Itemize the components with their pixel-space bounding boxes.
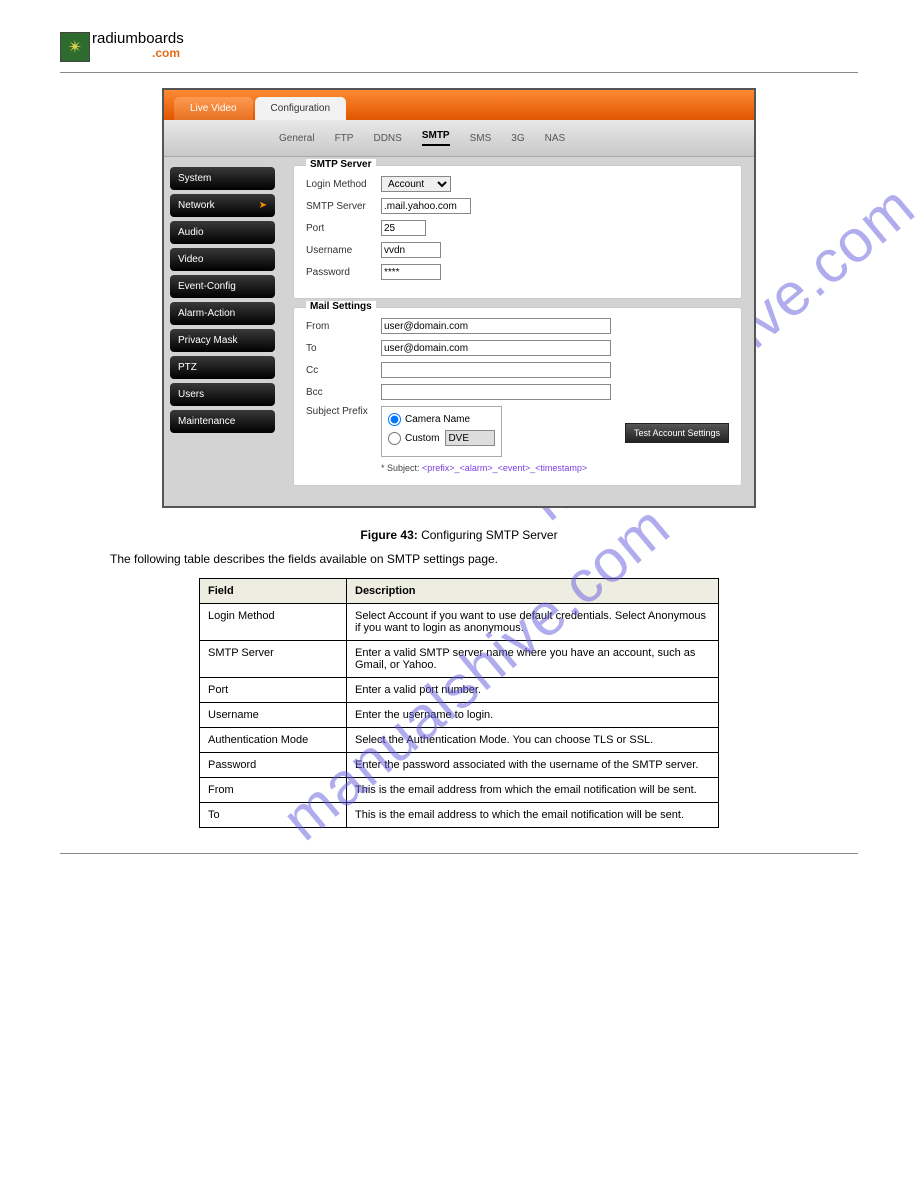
opt-custom: Custom: [405, 433, 439, 444]
username-input[interactable]: [381, 242, 441, 258]
port-input[interactable]: [381, 220, 426, 236]
to-input[interactable]: [381, 340, 611, 356]
table-row: PortEnter a valid port number.: [200, 678, 719, 703]
sidebar-item-privacy-mask[interactable]: Privacy Mask: [170, 329, 275, 352]
note-prefix: * Subject:: [381, 463, 422, 473]
to-label: To: [306, 343, 381, 354]
brand: radiumboards .com: [92, 30, 184, 64]
subtab-ddns[interactable]: DDNS: [373, 133, 401, 144]
from-label: From: [306, 321, 381, 332]
test-account-button[interactable]: Test Account Settings: [625, 423, 729, 443]
divider-bottom: [60, 853, 858, 854]
subtab-ftp[interactable]: FTP: [335, 133, 354, 144]
subtab-3g[interactable]: 3G: [511, 133, 524, 144]
subject-prefix-label: Subject Prefix: [306, 406, 381, 417]
table-row: SMTP ServerEnter a valid SMTP server nam…: [200, 641, 719, 678]
port-label: Port: [306, 223, 381, 234]
smtp-server-input[interactable]: [381, 198, 471, 214]
mail-panel-title: Mail Settings: [306, 301, 376, 312]
sidebar-item-video[interactable]: Video: [170, 248, 275, 271]
table-row: Login MethodSelect Account if you want t…: [200, 604, 719, 641]
table-row: ToThis is the email address to which the…: [200, 803, 719, 828]
bcc-input[interactable]: [381, 384, 611, 400]
sidebar-item-maintenance[interactable]: Maintenance: [170, 410, 275, 433]
radio-camera-name[interactable]: [388, 413, 401, 426]
sidebar-item-network[interactable]: Network: [170, 194, 275, 217]
screenshot-frame: Live Video Configuration General FTP DDN…: [162, 88, 756, 508]
subtab-nas[interactable]: NAS: [545, 133, 566, 144]
intro-text: The following table describes the fields…: [110, 552, 858, 566]
fields-table: FieldDescription Login MethodSelect Acco…: [199, 578, 719, 828]
opt-camera-name: Camera Name: [405, 414, 470, 425]
bcc-label: Bcc: [306, 387, 381, 398]
from-input[interactable]: [381, 318, 611, 334]
tab-live-video[interactable]: Live Video: [174, 97, 253, 120]
tab-configuration[interactable]: Configuration: [255, 97, 346, 120]
sidebar-item-alarm-action[interactable]: Alarm-Action: [170, 302, 275, 325]
login-method-label: Login Method: [306, 179, 381, 190]
sidebar-item-system[interactable]: System: [170, 167, 275, 190]
table-row: UsernameEnter the username to login.: [200, 703, 719, 728]
subtab-sms[interactable]: SMS: [470, 133, 492, 144]
subtab-general[interactable]: General: [279, 133, 315, 144]
logo-icon: ✴: [60, 32, 90, 62]
cc-input[interactable]: [381, 362, 611, 378]
th-field: Field: [200, 579, 347, 604]
table-row: FromThis is the email address from which…: [200, 778, 719, 803]
password-label: Password: [306, 267, 381, 278]
cc-label: Cc: [306, 365, 381, 376]
divider: [60, 72, 858, 73]
custom-input[interactable]: [445, 430, 495, 446]
smtp-server-label: SMTP Server: [306, 201, 381, 212]
subtab-smtp[interactable]: SMTP: [422, 130, 450, 146]
sidebar-item-event-config[interactable]: Event-Config: [170, 275, 275, 298]
username-label: Username: [306, 245, 381, 256]
table-row: Authentication ModeSelect the Authentica…: [200, 728, 719, 753]
radio-custom[interactable]: [388, 432, 401, 445]
sidebar-item-ptz[interactable]: PTZ: [170, 356, 275, 379]
figure-label: Figure 43: Configuring SMTP Server: [60, 528, 858, 542]
th-desc: Description: [347, 579, 719, 604]
smtp-panel-title: SMTP Server: [306, 159, 376, 170]
note-sequence: <prefix>_<alarm>_<event>_<timestamp>: [422, 463, 587, 473]
sidebar-item-users[interactable]: Users: [170, 383, 275, 406]
sidebar-item-audio[interactable]: Audio: [170, 221, 275, 244]
login-method-select[interactable]: Account: [381, 176, 451, 192]
password-input[interactable]: [381, 264, 441, 280]
table-row: PasswordEnter the password associated wi…: [200, 753, 719, 778]
